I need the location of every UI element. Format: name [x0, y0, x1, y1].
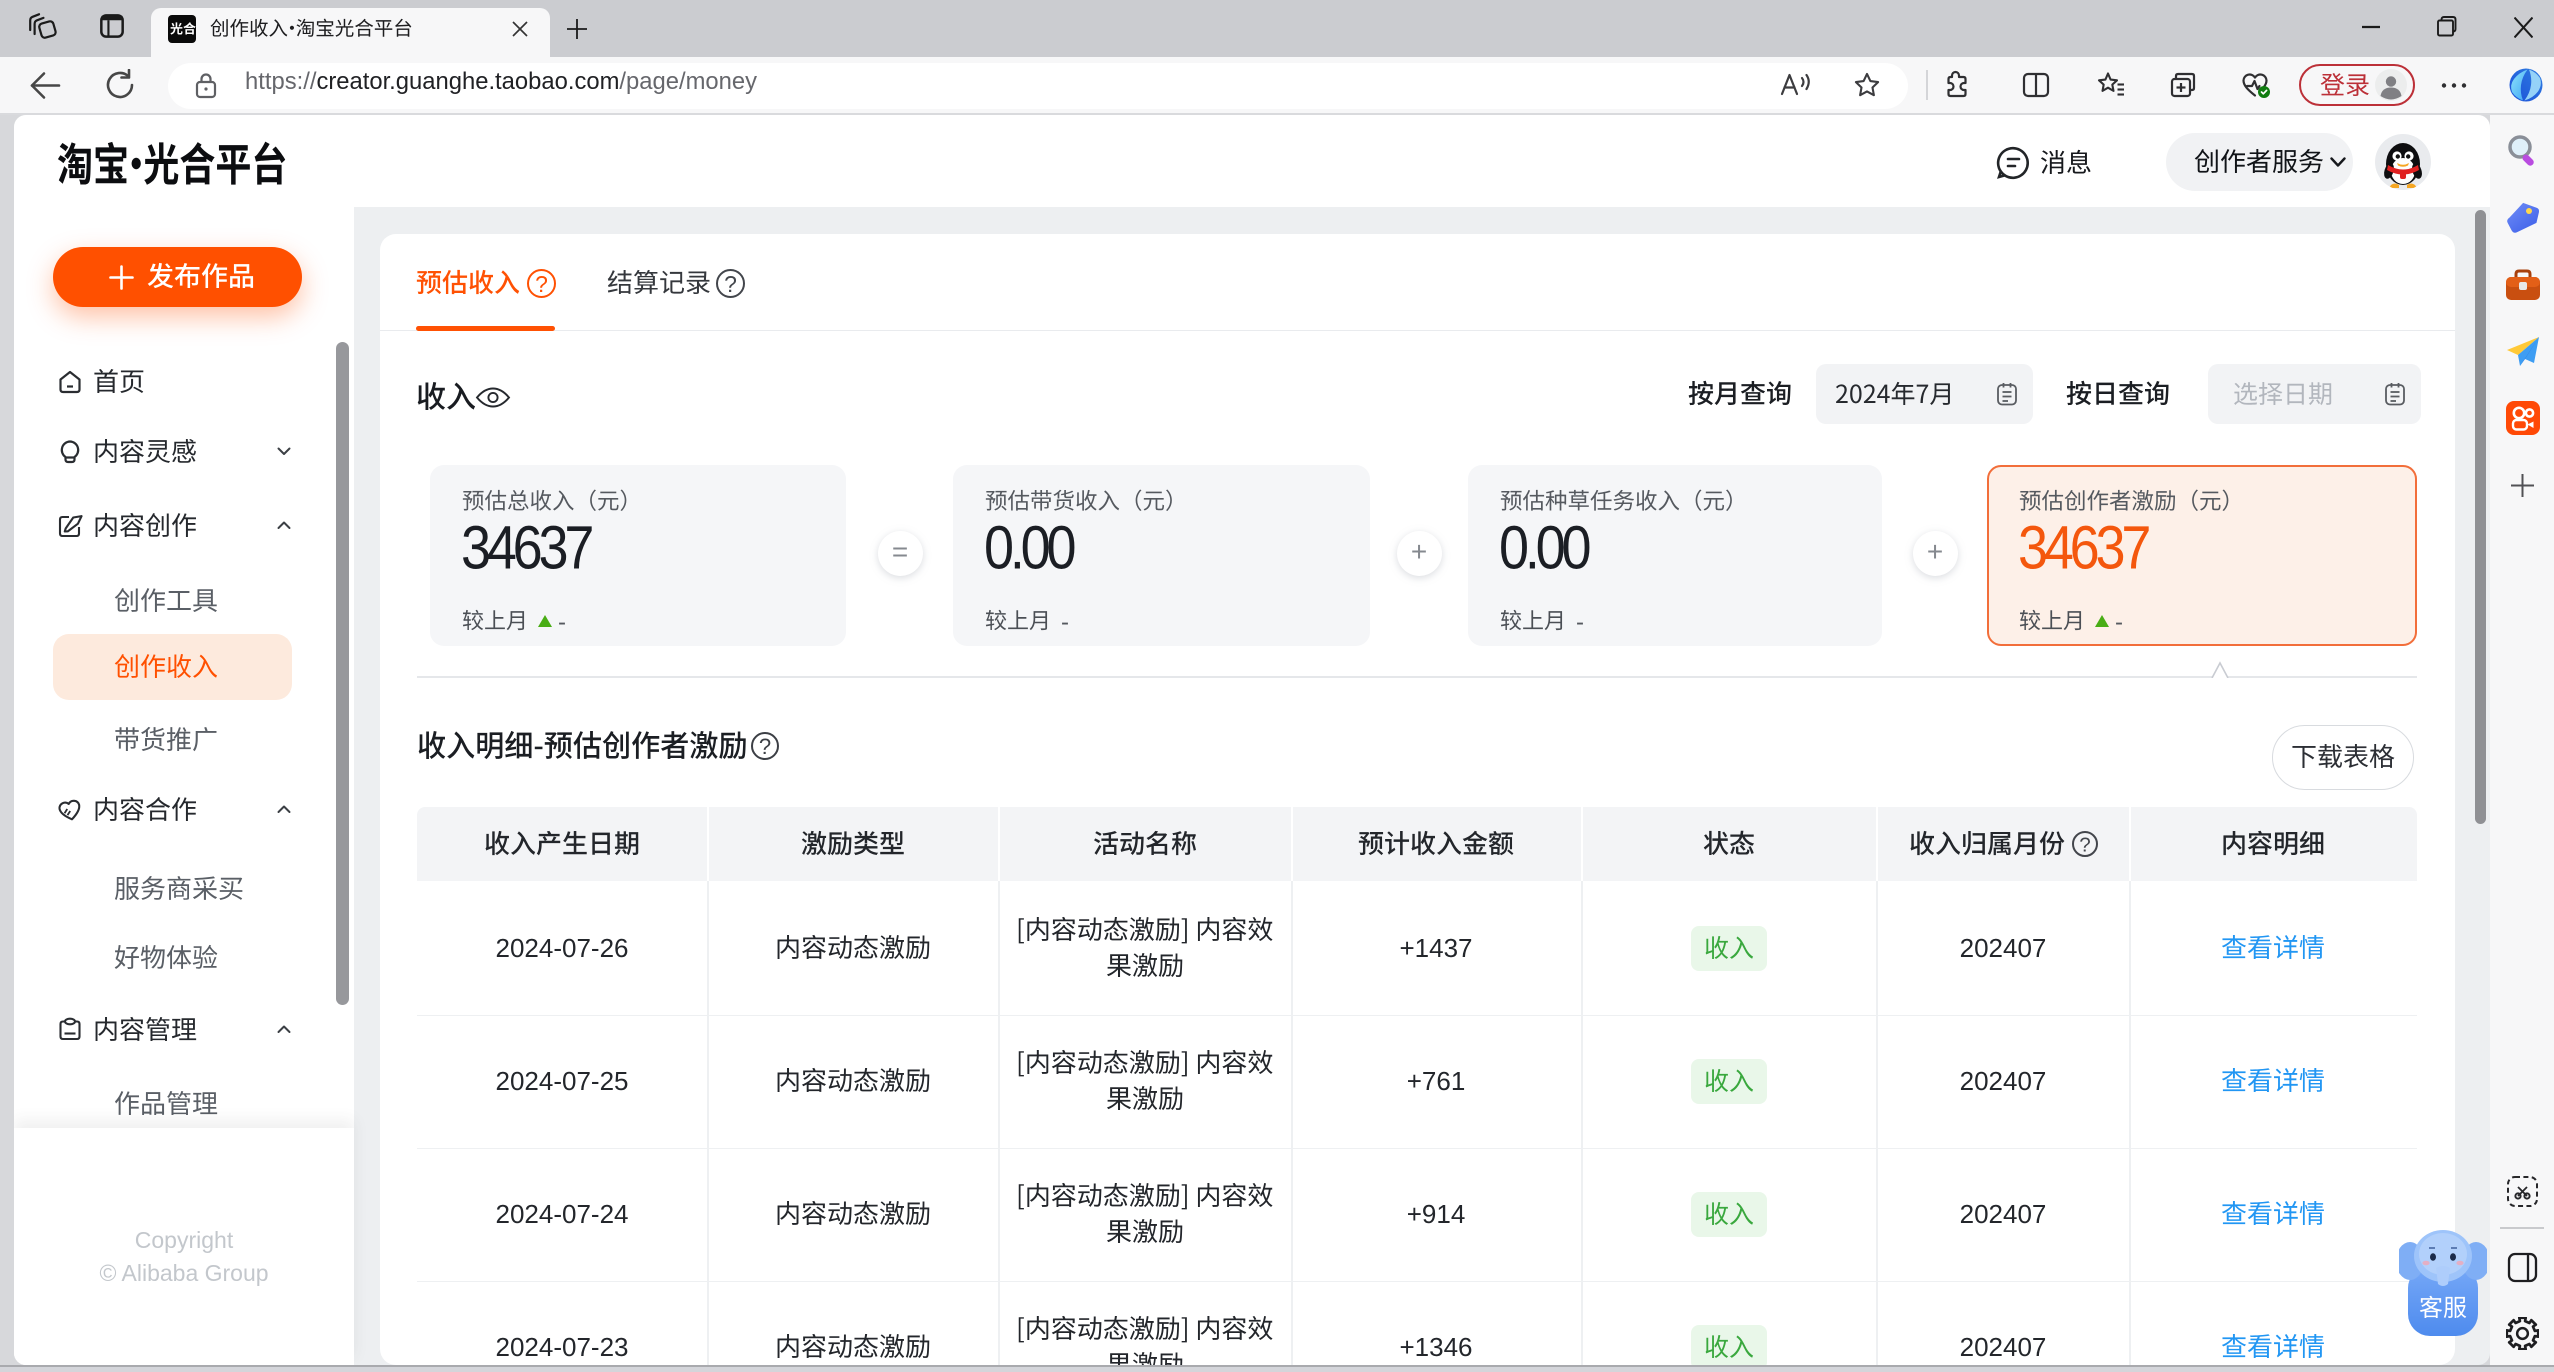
svg-text:?: ?	[724, 270, 737, 296]
svg-text:?: ?	[759, 734, 771, 759]
svg-text:?: ?	[2079, 834, 2090, 856]
svg-text:?: ?	[535, 270, 548, 296]
